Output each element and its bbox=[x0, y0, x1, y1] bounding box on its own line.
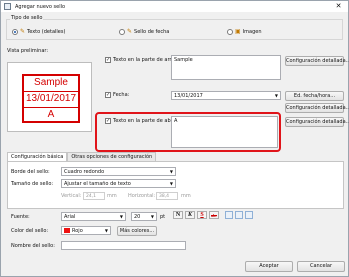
vertical-label: Vertical: bbox=[61, 193, 82, 199]
settings-tabs: Configuración básica Otras opciones de c… bbox=[7, 152, 157, 161]
bottom-text-detail-button[interactable]: Configuración detallada... bbox=[285, 117, 349, 127]
checkbox-box[interactable]: ✓ bbox=[105, 57, 111, 63]
border-label: Borde del sello: bbox=[11, 169, 50, 175]
font-label: Fuente: bbox=[11, 214, 30, 220]
cancel-button[interactable]: Cancelar bbox=[297, 261, 345, 272]
checkbox-box[interactable]: ✓ bbox=[105, 92, 111, 98]
text-stamp-icon: ✎ bbox=[20, 28, 26, 35]
font-value: Arial bbox=[64, 214, 76, 220]
horizontal-unit: mm bbox=[181, 193, 191, 199]
highlight-frame bbox=[95, 112, 281, 152]
horizontal-input[interactable]: 38,4 bbox=[156, 192, 178, 200]
stamp-preview: Sample 13/01/2017 A bbox=[22, 74, 80, 123]
color-value: Rojo bbox=[72, 228, 83, 234]
size-label: Tamaño de sello: bbox=[11, 181, 54, 187]
radio-date-stamp[interactable]: ✎ Sello de fecha bbox=[119, 28, 169, 35]
top-text-input[interactable]: Sample bbox=[171, 55, 281, 80]
radio-dot[interactable] bbox=[227, 28, 233, 35]
dialog-window: Agregar nuevo sello ✕ Tipo de sello ✎ Te… bbox=[0, 0, 349, 277]
image-stamp-icon: ▣ bbox=[235, 28, 241, 35]
chevron-down-icon: ▼ bbox=[104, 228, 108, 233]
vertical-input[interactable]: 24,1 bbox=[83, 192, 105, 200]
top-text-checkbox[interactable]: ✓ Texto en la parte de arriba: bbox=[105, 57, 181, 63]
bold-button[interactable]: N bbox=[173, 211, 183, 219]
radio-label: Imagen bbox=[242, 28, 262, 35]
color-swatch bbox=[64, 228, 70, 233]
date-detail-button[interactable]: Configuración detallada... bbox=[285, 103, 349, 113]
tab-other-settings[interactable]: Otras opciones de configuración bbox=[67, 152, 157, 161]
edit-date-button[interactable]: Ed. fecha/hora... bbox=[285, 91, 344, 101]
close-icon[interactable]: ✕ bbox=[332, 2, 345, 11]
chevron-down-icon: ▼ bbox=[119, 214, 123, 219]
stamp-name-label: Nombre del sello: bbox=[11, 243, 55, 249]
stamp-date-text: 13/01/2017 bbox=[25, 93, 77, 104]
radio-label: Texto (detalles) bbox=[27, 28, 66, 35]
font-select[interactable]: Arial ▼ bbox=[61, 212, 126, 221]
stamp-divider bbox=[24, 107, 78, 108]
vertical-unit: mm bbox=[107, 193, 117, 199]
font-size-select[interactable]: 20 ▼ bbox=[131, 212, 157, 221]
font-size-unit: pt bbox=[160, 214, 166, 220]
stamp-top-text: Sample bbox=[34, 77, 68, 88]
italic-button[interactable]: K bbox=[185, 211, 195, 219]
align-left-icon[interactable] bbox=[225, 211, 233, 219]
date-stamp-icon: ✎ bbox=[127, 28, 133, 35]
color-label: Color del sello: bbox=[11, 228, 49, 234]
border-select[interactable]: Cuadro redondo ▼ bbox=[61, 167, 176, 176]
radio-image[interactable]: ▣ Imagen bbox=[227, 28, 262, 35]
radio-label: Sello de fecha bbox=[134, 28, 170, 35]
size-value: Ajustar el tamaño de texto bbox=[64, 181, 131, 187]
app-icon bbox=[4, 3, 11, 10]
size-select[interactable]: Ajustar el tamaño de texto ▼ bbox=[61, 179, 176, 188]
stamp-type-label: Tipo de sello bbox=[10, 15, 44, 21]
horizontal-label: Horizontal: bbox=[128, 193, 156, 199]
top-text-detail-button[interactable]: Configuración detallada... bbox=[285, 56, 349, 66]
radio-dot[interactable] bbox=[119, 28, 125, 35]
align-center-icon[interactable] bbox=[235, 211, 243, 219]
preview-label: Vista preliminar: bbox=[7, 48, 49, 54]
color-select[interactable]: Rojo ▼ bbox=[61, 226, 111, 235]
chevron-down-icon: ▼ bbox=[150, 214, 154, 219]
underline-button[interactable]: S bbox=[197, 211, 207, 219]
radio-dot[interactable] bbox=[12, 28, 18, 35]
chevron-down-icon: ▼ bbox=[274, 93, 278, 98]
checkbox-label: Fecha: bbox=[113, 92, 130, 98]
more-colors-button[interactable]: Más colores... bbox=[117, 226, 157, 236]
stamp-name-input[interactable] bbox=[61, 241, 186, 250]
chevron-down-icon: ▼ bbox=[169, 181, 173, 186]
accept-button[interactable]: Aceptar bbox=[245, 261, 293, 272]
strikethrough-button[interactable]: abc bbox=[209, 211, 219, 219]
chevron-down-icon: ▼ bbox=[169, 169, 173, 174]
radio-text-details[interactable]: ✎ Texto (detalles) bbox=[12, 28, 65, 35]
font-size-value: 20 bbox=[134, 214, 141, 220]
align-right-icon[interactable] bbox=[245, 211, 253, 219]
date-value: 13/01/2017 bbox=[174, 93, 203, 99]
stamp-bottom-text: A bbox=[47, 109, 55, 120]
date-checkbox[interactable]: ✓ Fecha: bbox=[105, 92, 129, 98]
title-bar: Agregar nuevo sello ✕ bbox=[1, 1, 348, 12]
date-format-select[interactable]: 13/01/2017 ▼ bbox=[171, 91, 281, 100]
stamp-divider bbox=[24, 91, 78, 92]
preview-pane: Sample 13/01/2017 A bbox=[7, 62, 92, 132]
window-title: Agregar nuevo sello bbox=[15, 3, 66, 10]
border-value: Cuadro redondo bbox=[64, 169, 105, 175]
tab-basic-settings[interactable]: Configuración básica bbox=[7, 152, 68, 161]
